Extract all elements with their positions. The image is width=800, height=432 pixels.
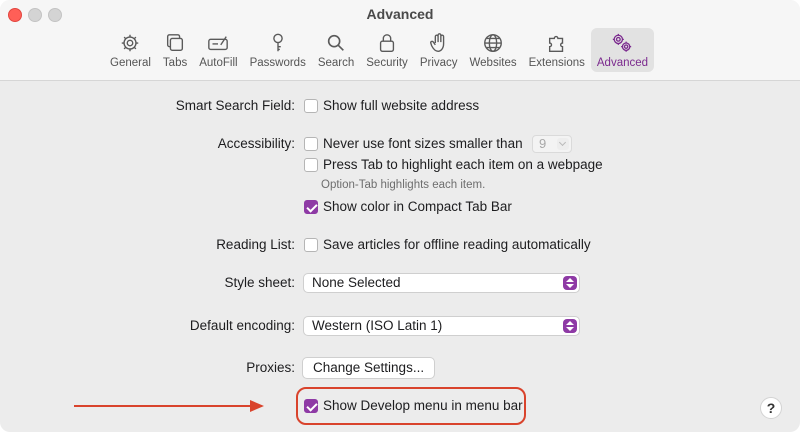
advanced-gears-icon bbox=[613, 33, 632, 52]
advanced-pane: Smart Search Field: Show full website ad… bbox=[0, 81, 800, 432]
key-icon bbox=[272, 33, 283, 52]
tab-label: Security bbox=[366, 57, 408, 69]
reading-list-label: Reading List: bbox=[216, 237, 295, 252]
default-encoding-select[interactable]: Western (ISO Latin 1) bbox=[303, 316, 580, 336]
globe-icon bbox=[484, 34, 502, 52]
hand-icon bbox=[429, 33, 444, 52]
tab-advanced[interactable]: Advanced bbox=[590, 28, 655, 72]
tabs-icon bbox=[167, 34, 184, 52]
default-encoding-value: Western (ISO Latin 1) bbox=[312, 318, 443, 333]
tab-label: Websites bbox=[469, 57, 517, 69]
select-arrows-icon bbox=[563, 276, 577, 290]
help-button[interactable]: ? bbox=[760, 397, 782, 419]
tab-passwords[interactable]: Passwords bbox=[244, 28, 312, 72]
style-sheet-value: None Selected bbox=[312, 275, 401, 290]
tab-highlight-checkbox[interactable] bbox=[304, 158, 318, 172]
offline-reading-text: Save articles for offline reading automa… bbox=[323, 237, 591, 252]
tab-label: Tabs bbox=[162, 57, 188, 69]
min-font-size-text: Never use font sizes smaller than bbox=[323, 136, 523, 151]
min-font-size-select[interactable]: 9 bbox=[532, 135, 572, 153]
chevron-down-icon bbox=[557, 138, 569, 150]
style-sheet-select[interactable]: None Selected bbox=[303, 273, 580, 293]
compact-tab-color-text: Show color in Compact Tab Bar bbox=[323, 199, 512, 214]
lock-icon bbox=[379, 34, 395, 52]
annotation-arrow bbox=[74, 400, 264, 412]
tab-label: Advanced bbox=[596, 57, 649, 69]
tab-general[interactable]: General bbox=[104, 28, 157, 72]
smart-search-label: Smart Search Field: bbox=[175, 98, 295, 113]
preferences-toolbar: General Tabs AutoFill Passwords Search S… bbox=[104, 28, 655, 74]
accessibility-label: Accessibility: bbox=[217, 136, 295, 151]
tab-extensions[interactable]: Extensions bbox=[523, 28, 591, 72]
default-encoding-label: Default encoding: bbox=[189, 318, 295, 333]
proxies-label: Proxies: bbox=[246, 360, 295, 375]
tab-label: General bbox=[110, 57, 151, 69]
tab-tabs[interactable]: Tabs bbox=[157, 28, 193, 72]
tab-search[interactable]: Search bbox=[312, 28, 360, 72]
tab-label: Passwords bbox=[249, 57, 306, 69]
preferences-window: Advanced General Tabs AutoFill Passwords… bbox=[0, 0, 800, 432]
puzzle-icon bbox=[548, 35, 563, 52]
develop-menu-text: Show Develop menu in menu bar bbox=[323, 398, 523, 413]
tab-highlight-hint: Option-Tab highlights each item. bbox=[321, 179, 486, 191]
change-settings-button[interactable]: Change Settings... bbox=[302, 357, 436, 379]
show-full-address-text: Show full website address bbox=[323, 98, 480, 113]
style-sheet-label: Style sheet: bbox=[224, 275, 295, 290]
window-title: Advanced bbox=[366, 6, 434, 22]
show-full-address-checkbox[interactable] bbox=[304, 99, 318, 113]
tab-label: AutoFill bbox=[199, 57, 238, 69]
title-bar: Advanced General Tabs AutoFill Passwords… bbox=[0, 0, 800, 81]
min-font-size-value: 9 bbox=[539, 136, 547, 151]
select-arrows-icon bbox=[563, 319, 577, 333]
compact-tab-color-checkbox[interactable] bbox=[304, 200, 318, 214]
offline-reading-checkbox[interactable] bbox=[304, 238, 318, 252]
tab-security[interactable]: Security bbox=[360, 28, 414, 72]
tab-label: Search bbox=[317, 57, 355, 69]
search-icon bbox=[327, 34, 344, 51]
tab-privacy[interactable]: Privacy bbox=[414, 28, 464, 72]
gear-icon bbox=[122, 34, 139, 52]
tab-label: Privacy bbox=[419, 57, 458, 69]
min-font-size-checkbox[interactable] bbox=[304, 137, 318, 151]
tab-autofill[interactable]: AutoFill bbox=[193, 28, 243, 72]
develop-menu-checkbox[interactable] bbox=[304, 399, 318, 413]
autofill-icon bbox=[208, 36, 229, 51]
tab-websites[interactable]: Websites bbox=[464, 28, 523, 72]
tab-label: Extensions bbox=[528, 57, 585, 69]
tab-highlight-text: Press Tab to highlight each item on a we… bbox=[323, 157, 603, 172]
